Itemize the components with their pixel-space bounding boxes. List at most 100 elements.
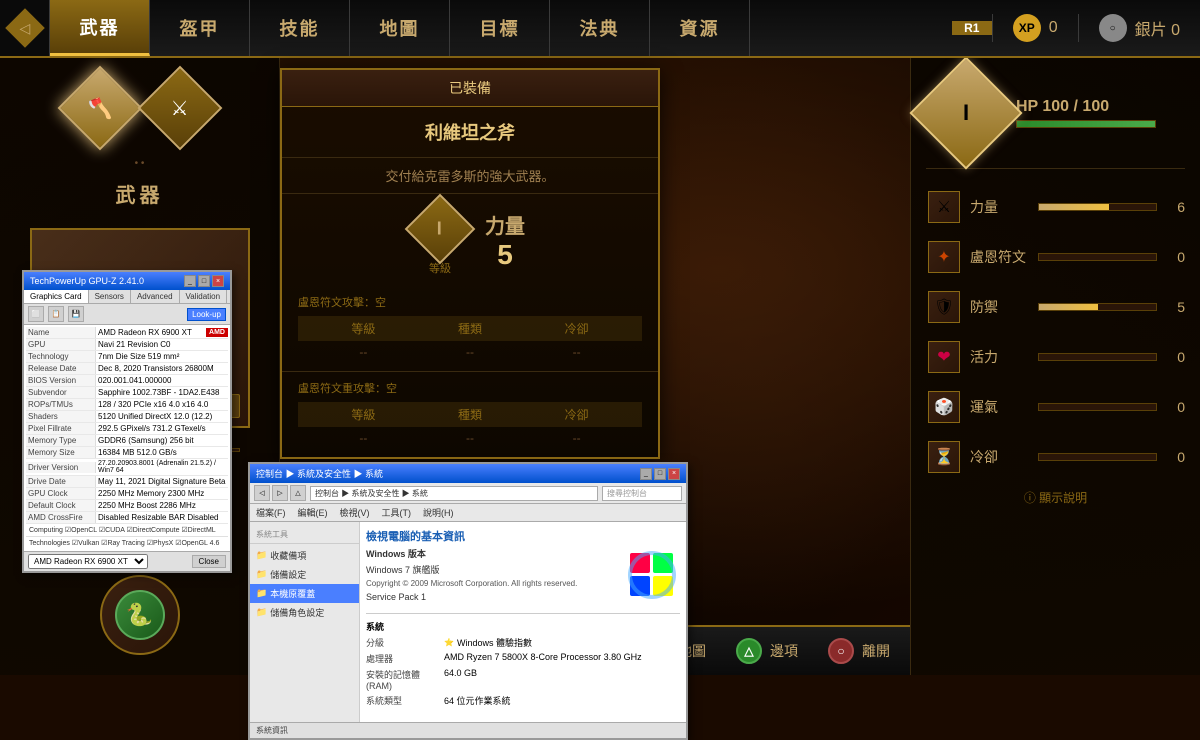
nav-tab-weapons[interactable]: 武器: [50, 0, 150, 56]
stat-row-vitality: ❤ 活力 0: [926, 339, 1185, 375]
nav-tab-resources[interactable]: 資源: [650, 0, 750, 56]
sysinfo-row-systype: 系統類型 64 位元作業系統: [366, 694, 680, 707]
gpuz-row-tech: Technology 7nm Die Size 519 mm²: [26, 351, 228, 363]
popup-power-name: 力量: [485, 210, 525, 239]
gpuz-maximize-btn[interactable]: □: [198, 275, 210, 287]
gpuz-device-select[interactable]: AMD Radeon RX 6900 XT: [28, 554, 148, 569]
popup-col-cooldown: 冷卻: [527, 320, 626, 337]
nav-back-icon[interactable]: ◁: [0, 0, 50, 56]
sysinfo-window: 控制台 ▶ 系統及安全性 ▶ 系統 _ □ × ◁ ▷ △ 控制台 ▶ 系統及安…: [248, 462, 688, 740]
hp-level-text: I: [963, 100, 969, 126]
rune-label: 盧恩符文: [970, 247, 1030, 267]
popup-power-value: 5: [485, 239, 525, 271]
menu-view[interactable]: 檢視(V): [334, 504, 376, 521]
popup-rune-heavy-section: 盧恩符文重攻擊：空 等級 種類 冷卻 -- -- --: [282, 372, 658, 457]
sysinfo-maximize-btn[interactable]: □: [654, 468, 666, 480]
sysinfo-close-btn[interactable]: ×: [668, 468, 680, 480]
back-arrow[interactable]: ◁: [254, 485, 270, 501]
gpuz-row-gpu: GPU Navi 21 Revision C0: [26, 339, 228, 351]
weapon-icon-secondary[interactable]: ⚔: [137, 66, 222, 151]
nav-tab-codex[interactable]: 法典: [550, 0, 650, 56]
gpuz-tab-graphics[interactable]: Graphics Card: [24, 290, 89, 303]
menu-help[interactable]: 說明(H): [417, 504, 460, 521]
leave-button[interactable]: ○ 離開: [828, 638, 890, 664]
nav-tab-map[interactable]: 地圖: [350, 0, 450, 56]
sidebar-item-4[interactable]: 📁 儲備角色設定: [250, 603, 359, 622]
popup-rune-heavy-label: 盧恩符文重攻擊：空: [298, 380, 642, 396]
gpuz-tool-3[interactable]: 💾: [68, 306, 84, 322]
gpuz-row-name: Name AMD Radeon RX 6900 XT AMD: [26, 327, 228, 339]
options-button[interactable]: △ 邊項: [736, 638, 798, 664]
gpuz-close-button[interactable]: Close: [192, 555, 226, 568]
menu-tools[interactable]: 工具(T): [376, 504, 418, 521]
stat-row-luck: 🎲 運氣 0: [926, 389, 1185, 425]
nav-menu-icon[interactable]: R1: [952, 21, 992, 35]
help-button[interactable]: ⓘ 顯示說明: [926, 489, 1185, 506]
weapon-primary-icon: 🪓: [87, 96, 112, 121]
hp-container: I HP 100 / 100: [926, 73, 1185, 169]
gpuz-minimize-btn[interactable]: _: [184, 275, 196, 287]
sidebar-item-1[interactable]: 📁 收藏備項: [250, 546, 359, 565]
gpuz-content: Name AMD Radeon RX 6900 XT AMD GPU Navi …: [24, 325, 230, 551]
up-arrow[interactable]: △: [290, 485, 306, 501]
weapon-icon-primary[interactable]: 🪓: [57, 66, 142, 151]
gpuz-row-gpuclock: GPU Clock 2250 MHz Memory 2300 MHz: [26, 488, 228, 500]
popup-row2-cooldown: --: [527, 431, 626, 445]
hp-bar-fill: [1017, 121, 1155, 127]
strength-icon: ⚔: [926, 189, 962, 225]
popup-row2-level: --: [314, 431, 413, 445]
nav-tab-skills[interactable]: 技能: [250, 0, 350, 56]
sysinfo-status: 系統資訊: [256, 725, 288, 736]
sysinfo-path-display: 控制台 ▶ 系統及安全性 ▶ 系統: [310, 486, 598, 501]
shield-icon-bottom[interactable]: 🐍: [100, 575, 180, 655]
popup-col-type: 種類: [421, 320, 520, 337]
windows-logo: [625, 548, 680, 603]
luck-icon: 🎲: [926, 389, 962, 425]
luck-label: 運氣: [970, 397, 1030, 417]
gpuz-row-defclock: Default Clock 2250 MHz Boost 2286 MHz: [26, 500, 228, 512]
strength-bar-fill: [1039, 204, 1109, 210]
popup-rune-attack-section: 盧恩符文攻擊：空 等級 種類 冷卻 -- -- --: [282, 286, 658, 372]
gpuz-computing: Computing ☑OpenCL ☑CUDA ☑DirectCompute ☑…: [26, 524, 228, 537]
cooldown-label: 冷卻: [970, 447, 1030, 467]
sysinfo-search[interactable]: 搜尋控制台: [602, 486, 682, 501]
gpuz-tool-2[interactable]: 📋: [48, 306, 64, 322]
gpuz-tab-sensors[interactable]: Sensors: [89, 290, 131, 303]
gpuz-close-btn[interactable]: ×: [212, 275, 224, 287]
folder-icon-1: 📁: [256, 550, 267, 561]
hp-diamond: I: [909, 56, 1022, 169]
sidebar-item-3[interactable]: 📁 本機原覆蓋: [250, 584, 359, 603]
defense-bar: [1038, 303, 1157, 311]
sysinfo-sidebar: 系統工具 📁 收藏備項 📁 儲備設定 📁 本機原覆蓋 📁 儲備角色設定: [250, 522, 360, 722]
nav-tab-objectives[interactable]: 目標: [450, 0, 550, 56]
gpuz-toolbar: ⬜ 📋 💾 Look-up: [24, 304, 230, 325]
sysinfo-minimize-btn[interactable]: _: [640, 468, 652, 480]
stats-panel: I HP 100 / 100 ⚔ 力量 6 ✦ 盧恩符文: [910, 58, 1200, 675]
sysinfo-main-title: 檢視電腦的基本資訊: [366, 528, 680, 544]
gpuz-tab-validation[interactable]: Validation: [180, 290, 228, 303]
popup-level-value: I: [437, 218, 442, 239]
sysinfo-addressbar: ◁ ▷ △ 控制台 ▶ 系統及安全性 ▶ 系統 搜尋控制台: [250, 483, 686, 504]
menu-edit[interactable]: 編輯(E): [292, 504, 334, 521]
hp-text-block: HP 100 / 100: [1016, 98, 1156, 128]
menu-file[interactable]: 檔案(F): [250, 504, 292, 521]
sidebar-item-2[interactable]: 📁 儲備設定: [250, 565, 359, 584]
rune-value: 0: [1165, 249, 1185, 265]
forward-arrow[interactable]: ▷: [272, 485, 288, 501]
popup-table-header-2: 等級 種類 冷卻: [298, 402, 642, 427]
gpuz-tool-1[interactable]: ⬜: [28, 306, 44, 322]
shield-emblem: 🐍: [115, 590, 165, 640]
gpuz-tab-advanced[interactable]: Advanced: [131, 290, 180, 303]
gpuz-title: TechPowerUp GPU-Z 2.41.0: [30, 276, 144, 286]
gpuz-row-shaders: Shaders 5120 Unified DirectX 12.0 (12.2): [26, 411, 228, 423]
sysinfo-win-version-label: Windows 版本: [366, 548, 617, 562]
sysinfo-systype-value: 64 位元作業系統: [444, 694, 511, 707]
gpuz-row-memsize: Memory Size 16384 MB 512.0 GB/s: [26, 447, 228, 459]
gpuz-row-release: Release Date Dec 8, 2020 Transistors 268…: [26, 363, 228, 375]
sysinfo-row-ram: 安裝的記憶體 (RAM) 64.0 GB: [366, 668, 680, 691]
gpuz-lookup-btn[interactable]: Look-up: [187, 308, 226, 321]
sysinfo-info-row: Windows 版本 Windows 7 旗艦版 Copyright © 200…: [366, 548, 680, 605]
stat-row-strength: ⚔ 力量 6: [926, 189, 1185, 225]
popup-row1-level: --: [314, 345, 413, 359]
nav-tab-armor[interactable]: 盔甲: [150, 0, 250, 56]
